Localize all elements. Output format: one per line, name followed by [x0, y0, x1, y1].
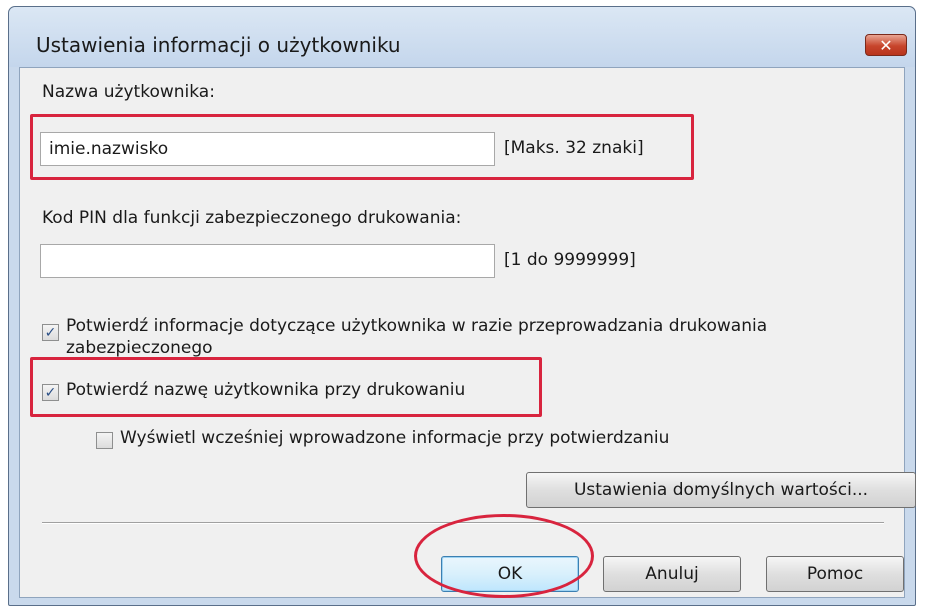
show-previous-info-checkbox[interactable]	[96, 432, 113, 449]
dialog-window: Ustawienia informacji o użytkowniku ✕ Na…	[8, 6, 916, 606]
confirm-user-info-label: Potwierdź informacje dotyczące użytkowni…	[66, 316, 768, 336]
checkmark-icon: ✓	[44, 324, 57, 341]
confirm-user-info-label-cont: zabezpieczonego	[66, 338, 213, 358]
pin-hint: [1 do 9999999]	[504, 250, 636, 270]
close-button[interactable]: ✕	[865, 34, 907, 56]
title-bar[interactable]: Ustawienia informacji o użytkowniku ✕	[9, 7, 915, 67]
close-icon: ✕	[879, 35, 893, 55]
pin-label: Kod PIN dla funkcji zabezpieczonego druk…	[42, 208, 462, 228]
pin-input[interactable]	[40, 244, 495, 278]
default-values-button[interactable]: Ustawienia domyślnych wartości...	[526, 472, 916, 508]
help-button[interactable]: Pomoc	[766, 556, 904, 592]
username-label: Nazwa użytkownika:	[42, 82, 215, 102]
show-previous-info-label: Wyświetl wcześniej wprowadzone informacj…	[120, 428, 670, 448]
confirm-user-info-checkbox[interactable]: ✓	[42, 324, 59, 341]
username-highlight-box	[30, 114, 694, 180]
ok-highlight-ellipse	[414, 514, 594, 598]
confirm-username-highlight-box	[30, 357, 542, 417]
cancel-button[interactable]: Anuluj	[603, 556, 741, 592]
dialog-title: Ustawienia informacji o użytkowniku	[36, 33, 401, 57]
